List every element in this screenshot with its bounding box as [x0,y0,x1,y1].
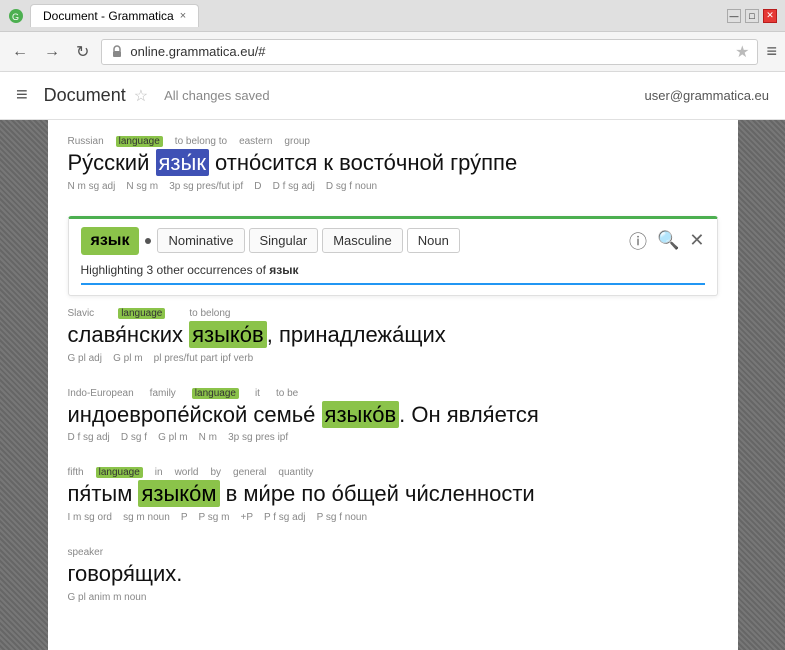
annotations-top-1: Russian language to belong to eastern gr… [68,136,718,147]
ann-world: world [175,467,199,478]
ann-Russian: Russian [68,136,104,147]
word-jazykov-2[interactable]: языко́в [189,321,267,348]
tab-close-button[interactable]: × [180,10,186,22]
sentence-text-5: говоря́щих. [68,559,718,590]
pill-singular[interactable]: Singular [249,228,319,253]
app-toolbar: ≡ Document ☆ All changes saved user@gram… [0,72,785,120]
ann-language-4: language [96,467,143,478]
pill-noun[interactable]: Noun [407,228,460,253]
popup-word[interactable]: язык [81,227,140,255]
back-button[interactable]: ← [8,39,32,65]
ann-family: family [150,388,176,399]
app-icon: G [8,8,24,24]
sentence-3: Indo-European family language it to be и… [68,388,718,444]
ann-language-2: language [118,308,165,319]
ann-eastern: eastern [239,136,272,147]
close-button[interactable]: ✕ [763,9,777,23]
popup-card: язык Nominative Singular Masculine Noun … [68,216,718,296]
highlight-word: язык [269,263,298,277]
annotations-top-2: Slavic language to belong [68,308,718,319]
sentence-text-1: Ру́сский язы́к отно́сится к восто́чной г… [68,148,718,179]
ann-speaker: speaker [68,547,104,558]
url-bar[interactable]: online.grammatica.eu/# ★ [101,39,758,65]
title-bar: G Document - Grammatica × — □ ✕ [0,0,785,32]
ann-group: group [284,136,310,147]
info-button[interactable]: ⓘ [629,228,647,254]
bookmark-icon[interactable]: ★ [735,42,749,62]
pill-masculine[interactable]: Masculine [322,228,403,253]
grammar-row-3: D f sg adj D sg f G pl m N m 3p sg pres … [68,432,718,443]
grammar-row-4: I m sg ord sg m noun P P sg m +P P f sg … [68,512,718,523]
url-text: online.grammatica.eu/# [130,44,265,59]
sentence-4: fifth language in world by general quant… [68,467,718,523]
user-email: user@grammatica.eu [645,88,769,103]
grammar-row-2: G pl adj G pl m pl pres/fut part ipf ver… [68,353,718,364]
annotations-top-5: speaker [68,547,718,558]
ann-language-3: language [192,388,239,399]
document-title: Document [44,85,126,106]
browser-tab[interactable]: Document - Grammatica × [30,4,199,27]
sentence-text-2: славя́нских языко́в, принадлежа́щих [68,320,718,351]
ann-it: it [255,388,260,399]
popup-pills: язык Nominative Singular Masculine Noun … [81,227,705,255]
sentence-text-3: индоевропе́йской семье́ языко́в. Он явля… [68,400,718,431]
grammar-row-1: N m sg adj N sg m 3p sg pres/fut ipf D D… [68,181,718,192]
forward-button[interactable]: → [40,39,64,65]
grammar-row-5: G pl anim m noun [68,592,718,603]
ann-quantity: quantity [278,467,313,478]
ann-to-be: to be [276,388,298,399]
close-popup-button[interactable]: ✕ [689,230,704,251]
hamburger-menu[interactable]: ≡ [16,84,28,107]
lock-icon [110,45,124,59]
ann-to-belong-to: to belong to [175,136,227,147]
highlight-notice: Highlighting 3 other occurrences of язык [81,263,705,277]
highlight-text: Highlighting 3 other occurrences of [81,263,270,277]
word-jazyk-4[interactable]: языко́м [138,480,219,507]
sentence-2: Slavic language to belong славя́нских яз… [68,308,718,364]
address-bar: ← → ↻ online.grammatica.eu/# ★ ≡ [0,32,785,72]
word-jazykov-3[interactable]: языко́в [322,401,400,428]
annotations-top-4: fifth language in world by general quant… [68,467,718,478]
browser-menu-icon[interactable]: ≡ [766,41,777,62]
maximize-button[interactable]: □ [745,9,759,23]
notice-divider [81,283,705,285]
annotations-top-3: Indo-European family language it to be [68,388,718,399]
sentence-text-4: пя́тым языко́м в ми́ре по о́бщей чи́слен… [68,479,718,510]
ann-fifth: fifth [68,467,84,478]
ann-by: by [210,467,221,478]
sentence-1: Russian language to belong to eastern gr… [68,136,718,192]
minimize-button[interactable]: — [727,9,741,23]
tab-title: Document - Grammatica [43,9,174,23]
ann-Slavic: Slavic [68,308,95,319]
ann-general: general [233,467,266,478]
word-jazyk-1[interactable]: язы́к [156,149,209,176]
popup-action-icons: ⓘ 🔍 ✕ [629,228,705,254]
pill-nominative[interactable]: Nominative [157,228,244,253]
ann-to-belong: to belong [189,308,230,319]
ann-IndoEuropean: Indo-European [68,388,134,399]
refresh-button[interactable]: ↻ [72,38,93,66]
sentence-5: speaker говоря́щих. G pl anim m noun [68,547,718,603]
window-controls: — □ ✕ [727,9,777,23]
search-button[interactable]: 🔍 [657,230,679,251]
save-status: All changes saved [164,88,270,103]
main-content: Russian language to belong to eastern gr… [0,120,785,650]
document-panel: Russian language to belong to eastern gr… [48,120,738,650]
ann-language-1: language [116,136,163,147]
ann-in: in [155,467,163,478]
svg-text:G: G [12,12,19,22]
favorite-icon[interactable]: ☆ [134,86,148,106]
pill-separator [145,238,151,244]
